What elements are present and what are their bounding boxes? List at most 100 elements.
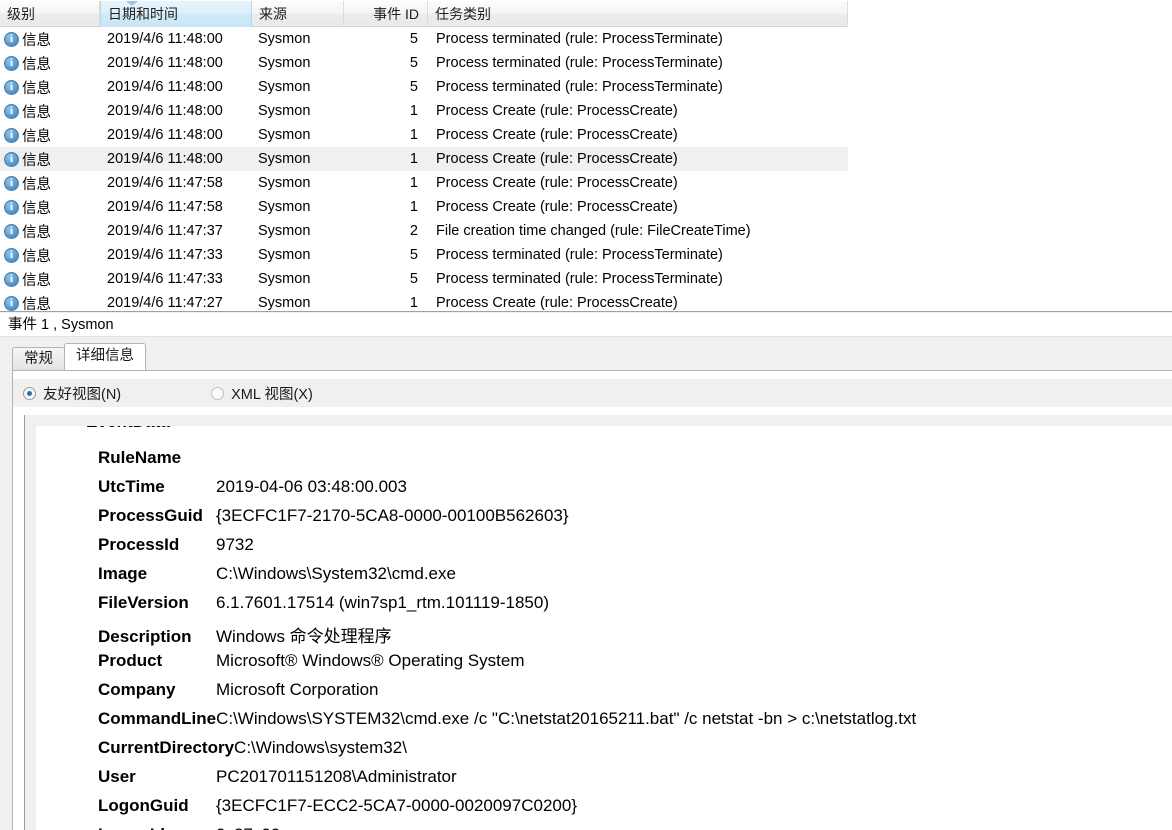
- level-label: 信息: [22, 200, 51, 217]
- radio-xml-view[interactable]: XML 视图(X): [211, 383, 313, 404]
- event-list-row[interactable]: 信息 2019/4/6 11:47:58 Sysmon 1 Process Create…: [0, 171, 1172, 195]
- radio-friendly-view-label: 友好视图(N): [43, 386, 122, 403]
- event-list-row[interactable]: 信息 2019/4/6 11:48:00 Sysmon 5 Process termin…: [0, 27, 1172, 51]
- radio-friendly-view[interactable]: 友好视图(N): [23, 383, 121, 404]
- cell-source: Sysmon: [258, 31, 311, 47]
- event-list-row[interactable]: 信息 2019/4/6 11:48:00 Sysmon 1 Process Create…: [0, 123, 1172, 147]
- information-icon: [4, 175, 19, 191]
- cell-source: Sysmon: [258, 295, 311, 311]
- event-detail-title: 事件 1 , Sysmon: [0, 314, 1172, 336]
- column-header-label: 事件 ID: [373, 6, 419, 22]
- cell-datetime: 2019/4/6 11:47:58: [107, 175, 223, 191]
- event-list-row[interactable]: 信息 2019/4/6 11:47:27 Sysmon 1 Process Create…: [0, 291, 1172, 311]
- information-icon: [4, 103, 19, 119]
- cell-level: 信息: [0, 269, 100, 290]
- radio-friendly-view-indicator[interactable]: [23, 386, 36, 400]
- cell-datetime: 2019/4/6 11:48:00: [107, 151, 223, 167]
- information-icon: [4, 127, 19, 143]
- cell-source: Sysmon: [258, 199, 311, 215]
- event-list-row[interactable]: 信息 2019/4/6 11:48:00 Sysmon 5 Process termin…: [0, 51, 1172, 75]
- cell-event-id: 1: [409, 103, 418, 119]
- detail-field-key: ProcessId: [98, 535, 180, 554]
- level-label: 信息: [22, 32, 51, 49]
- detail-field-row: Company Microsoft Corporation: [36, 680, 1172, 709]
- cell-task-category: Process terminated (rule: ProcessTermina…: [436, 247, 723, 263]
- event-list-row[interactable]: 信息 2019/4/6 11:47:33 Sysmon 5 Process termin…: [0, 267, 1172, 291]
- cell-level: 信息: [0, 125, 100, 146]
- detail-field-key: Image: [98, 564, 148, 583]
- cell-task-category: Process terminated (rule: ProcessTermina…: [436, 79, 723, 95]
- detail-view-frame: EventData RuleName UtcTime 2019-04-06 03:4…: [24, 415, 1172, 830]
- cell-task-category: Process Create (rule: ProcessCreate): [436, 175, 678, 191]
- cell-level: 信息: [0, 173, 100, 194]
- column-header-source[interactable]: 来源: [252, 1, 344, 27]
- cell-level: 信息: [0, 293, 100, 312]
- detail-field-value: 0x27c09: [216, 825, 280, 830]
- cell-source: Sysmon: [258, 175, 311, 191]
- view-mode-radio-group[interactable]: 友好视图(N) XML 视图(X): [13, 379, 1172, 407]
- cell-level: 信息: [0, 221, 100, 242]
- information-icon: [4, 271, 19, 287]
- information-icon: [4, 31, 19, 47]
- detail-field-row: Image C:\Windows\System32\cmd.exe: [36, 564, 1172, 593]
- detail-field-value: {3ECFC1F7-ECC2-5CA7-0000-0020097C0200}: [216, 796, 577, 815]
- column-header-label: 任务类别: [435, 6, 491, 22]
- event-list-column-headers[interactable]: 级别 日期和时间 来源 事件 ID 任务类别: [0, 0, 848, 27]
- cell-datetime: 2019/4/6 11:47:37: [107, 223, 223, 239]
- cell-event-id: 1: [409, 175, 418, 191]
- detail-field-row: User PC201701151208\Administrator: [36, 767, 1172, 796]
- information-icon: [4, 55, 19, 71]
- detail-field-value: C:\Windows\System32\cmd.exe: [216, 564, 456, 583]
- column-header-level[interactable]: 级别: [0, 1, 100, 27]
- level-label: 信息: [22, 152, 51, 169]
- radio-xml-view-indicator[interactable]: [211, 386, 225, 400]
- detail-field-value: Microsoft Corporation: [216, 680, 379, 699]
- detail-field-value: Microsoft® Windows® Operating System: [216, 651, 525, 670]
- level-label: 信息: [22, 296, 51, 312]
- cell-datetime: 2019/4/6 11:48:00: [107, 127, 223, 143]
- level-label: 信息: [22, 104, 51, 121]
- event-list-row[interactable]: 信息 2019/4/6 11:48:00 Sysmon 5 Process termin…: [0, 75, 1172, 99]
- event-list-row[interactable]: 信息 2019/4/6 11:48:00 Sysmon 1 Process Create…: [0, 147, 848, 171]
- detail-field-row: FileVersion 6.1.7601.17514 (win7sp1_rtm.1…: [36, 593, 1172, 622]
- detail-field-value: 9732: [216, 535, 254, 554]
- information-icon: [4, 223, 19, 239]
- cell-level: 信息: [0, 101, 100, 122]
- event-list-rows[interactable]: 信息 2019/4/6 11:48:00 Sysmon 5 Process termin…: [0, 27, 1172, 311]
- cell-source: Sysmon: [258, 247, 311, 263]
- column-header-datetime[interactable]: 日期和时间: [100, 1, 252, 27]
- detail-field-row: Product Microsoft® Windows® Operating Sys…: [36, 651, 1172, 680]
- information-icon: [4, 295, 19, 311]
- tab-details[interactable]: 详细信息: [64, 343, 146, 370]
- detail-field-key: CommandLine: [98, 709, 217, 728]
- cell-event-id: 5: [409, 247, 418, 263]
- information-icon: [4, 247, 19, 263]
- detail-field-row: ProcessGuid {3ECFC1F7-2170-5CA8-0000-0010…: [36, 506, 1172, 535]
- event-list-row[interactable]: 信息 2019/4/6 11:47:33 Sysmon 5 Process termin…: [0, 243, 1172, 267]
- detail-field-key: RuleName: [98, 448, 182, 467]
- cell-source: Sysmon: [258, 127, 311, 143]
- event-list-row[interactable]: 信息 2019/4/6 11:47:37 Sysmon 2 File creation …: [0, 219, 1172, 243]
- detail-friendly-view[interactable]: EventData RuleName UtcTime 2019-04-06 03:4…: [36, 426, 1172, 830]
- cell-task-category: Process terminated (rule: ProcessTermina…: [436, 31, 723, 47]
- cell-source: Sysmon: [258, 55, 311, 71]
- cell-datetime: 2019/4/6 11:48:00: [107, 55, 223, 71]
- column-header-task_category[interactable]: 任务类别: [428, 1, 848, 27]
- cell-event-id: 1: [409, 127, 418, 143]
- cell-event-id: 1: [409, 199, 418, 215]
- tab-general[interactable]: 常规: [12, 347, 65, 370]
- cell-event-id: 2: [409, 223, 418, 239]
- column-header-label: 来源: [259, 6, 287, 22]
- detail-tab-pane: 常规详细信息 友好视图(N) XML 视图(X) EventData RuleN…: [0, 337, 1172, 830]
- event-list-row[interactable]: 信息 2019/4/6 11:48:00 Sysmon 1 Process Create…: [0, 99, 1172, 123]
- level-label: 信息: [22, 272, 51, 289]
- event-list-row[interactable]: 信息 2019/4/6 11:47:58 Sysmon 1 Process Create…: [0, 195, 1172, 219]
- cell-level: 信息: [0, 245, 100, 266]
- detail-field-value: C:\Windows\SYSTEM32\cmd.exe /c "C:\netst…: [216, 709, 917, 728]
- cell-level: 信息: [0, 149, 100, 170]
- detail-field-key: Description: [98, 627, 192, 646]
- column-header-label: 级别: [7, 6, 35, 22]
- detail-tabstrip[interactable]: 常规 详细信息: [12, 343, 146, 370]
- detail-field-row: Description Windows 命令处理程序: [36, 622, 1172, 651]
- column-header-event_id[interactable]: 事件 ID: [344, 1, 428, 27]
